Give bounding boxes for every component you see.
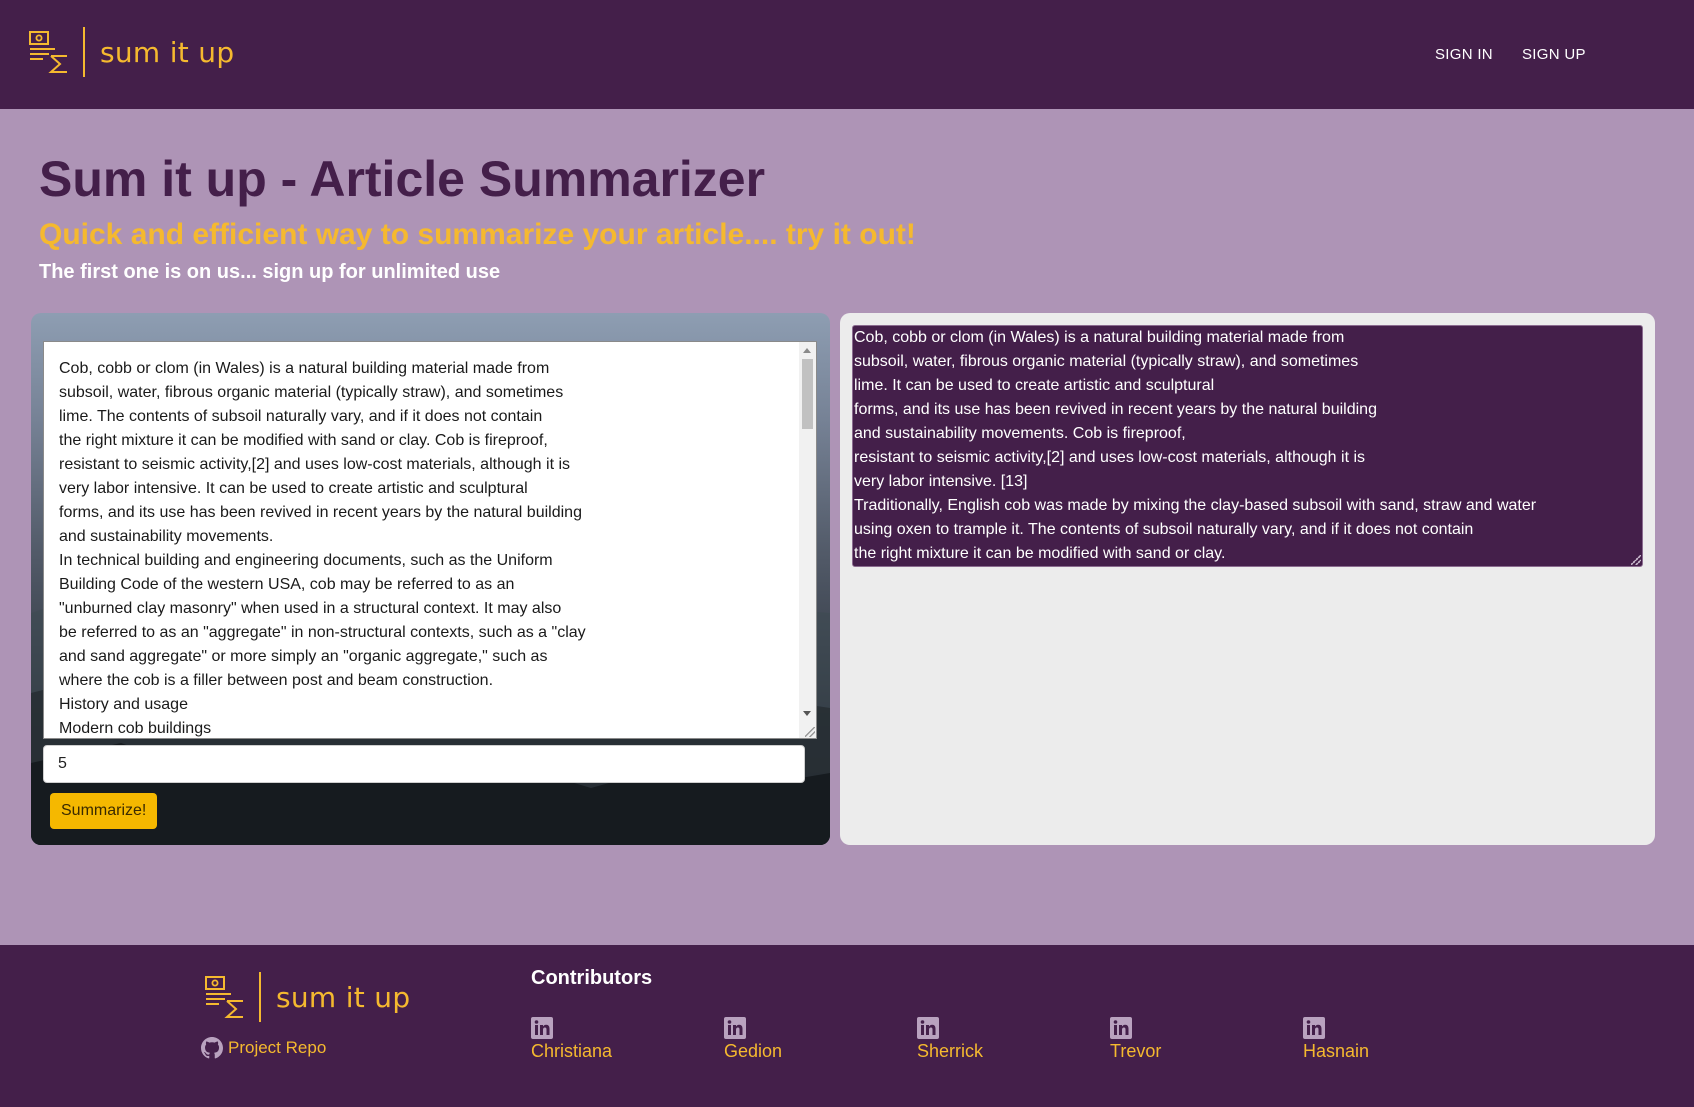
- article-text[interactable]: Cob, cobb or clom (in Wales) is a natura…: [59, 357, 779, 738]
- free-use-note: The first one is on us... sign up for un…: [39, 261, 501, 283]
- article-scrollbar[interactable]: [799, 342, 816, 738]
- linkedin-icon: [917, 1017, 939, 1039]
- resize-grip-icon[interactable]: [1631, 555, 1641, 565]
- contributor-name: Gedion: [724, 1041, 783, 1061]
- summarize-button[interactable]: Summarize!: [50, 793, 158, 829]
- page-title: Sum it up - Article Summarizer: [39, 151, 766, 207]
- contributors-heading: Contributors: [531, 967, 653, 989]
- contributor-gedion[interactable]: Gedion: [724, 1017, 782, 1062]
- contributor-name: Sherrick: [917, 1041, 984, 1061]
- contributor-hasnain[interactable]: Hasnain: [1303, 1017, 1369, 1062]
- summarize-logo-icon: [29, 31, 67, 73]
- page-footer: sum it up Project Repo Contributors Chri…: [0, 945, 1694, 1107]
- sentence-count-input[interactable]: [43, 745, 805, 783]
- summary-text[interactable]: Cob, cobb or clom (in Wales) is a natura…: [854, 326, 1634, 566]
- logo-divider: [259, 972, 261, 1022]
- scroll-down-arrow-icon[interactable]: [803, 711, 811, 716]
- project-repo-link[interactable]: Project Repo: [201, 1037, 326, 1059]
- sign-up-link[interactable]: SIGN UP: [1522, 46, 1586, 63]
- linkedin-icon: [1110, 1017, 1132, 1039]
- brand-logo[interactable]: sum it up: [29, 27, 234, 77]
- project-repo-label: Project Repo: [228, 1038, 327, 1057]
- article-textarea[interactable]: Cob, cobb or clom (in Wales) is a natura…: [43, 341, 817, 739]
- page-subtitle: Quick and efficient way to summarize you…: [39, 218, 916, 251]
- linkedin-icon: [1303, 1017, 1325, 1039]
- footer-brand-name: sum it up: [276, 980, 411, 1014]
- contributor-trevor[interactable]: Trevor: [1110, 1017, 1161, 1062]
- contributor-name: Christiana: [531, 1041, 613, 1061]
- scroll-thumb[interactable]: [802, 359, 813, 429]
- contributor-sherrick[interactable]: Sherrick: [917, 1017, 983, 1062]
- summary-output-card: Cob, cobb or clom (in Wales) is a natura…: [840, 313, 1655, 845]
- contributor-christiana[interactable]: Christiana: [531, 1017, 612, 1062]
- resize-grip-icon[interactable]: [805, 727, 815, 737]
- brand-name: sum it up: [100, 35, 235, 69]
- summary-textarea[interactable]: Cob, cobb or clom (in Wales) is a natura…: [852, 325, 1643, 567]
- linkedin-icon: [724, 1017, 746, 1039]
- footer-brand-logo[interactable]: sum it up: [205, 972, 410, 1022]
- sign-in-link[interactable]: SIGN IN: [1435, 46, 1493, 63]
- github-icon: [201, 1037, 223, 1059]
- scroll-up-arrow-icon[interactable]: [803, 348, 811, 353]
- summarize-logo-icon: [205, 976, 243, 1018]
- logo-divider: [83, 27, 85, 77]
- top-navbar: sum it up SIGN IN SIGN UP: [0, 0, 1694, 109]
- article-input-card: Cob, cobb or clom (in Wales) is a natura…: [31, 313, 830, 845]
- contributor-name: Trevor: [1110, 1041, 1162, 1061]
- linkedin-icon: [531, 1017, 553, 1039]
- contributor-name: Hasnain: [1303, 1041, 1370, 1061]
